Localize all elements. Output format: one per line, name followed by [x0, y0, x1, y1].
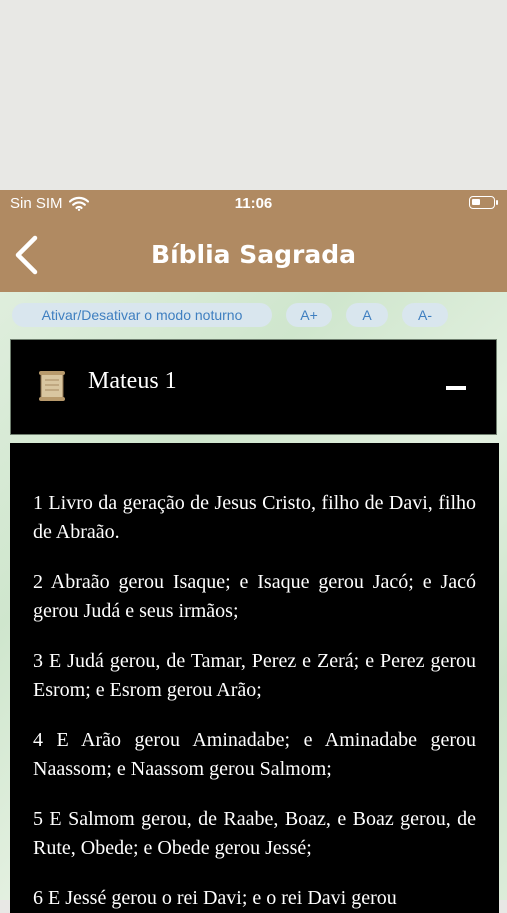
verse-text: 2 Abraão gerou Isaque; e Isaque gerou Ja… — [33, 571, 476, 622]
status-time: 11:06 — [234, 195, 273, 212]
content-area: Ativar/Desativar o modo noturno A+ A A- … — [0, 292, 507, 913]
battery-icon — [469, 196, 498, 209]
chapter-header[interactable]: Mateus 1 — [10, 339, 497, 435]
nav-title: Bíblia Sagrada — [151, 240, 356, 269]
navigation-bar: Bíblia Sagrada — [0, 218, 507, 292]
minus-icon[interactable] — [446, 386, 466, 390]
verse-text: 1 Livro da geração de Jesus Cristo, filh… — [33, 492, 476, 543]
verse-text: 6 E Jessé gerou o rei Davi; e o rei Davi… — [33, 887, 397, 909]
scroll-icon — [39, 371, 65, 401]
verse-text: 5 E Salmom gerou, de Raabe, Boaz, e Boaz… — [33, 808, 476, 859]
verse-text: 3 E Judá gerou, de Tamar, Perez e Zerá; … — [33, 650, 476, 701]
night-mode-toggle-button[interactable]: Ativar/Desativar o modo noturno — [12, 303, 272, 327]
font-reset-button[interactable]: A — [346, 303, 388, 327]
verse-text: 4 E Arão gerou Aminadabe; e Aminadabe ge… — [33, 729, 476, 780]
verses-panel: 1 Livro da geração de Jesus Cristo, filh… — [10, 443, 499, 913]
status-bar: Sin SIM 11:06 — [0, 190, 507, 218]
chapter-title: Mateus 1 — [88, 368, 177, 394]
top-blank-area — [0, 0, 507, 190]
font-increase-button[interactable]: A+ — [286, 303, 332, 327]
font-decrease-button[interactable]: A- — [402, 303, 448, 327]
